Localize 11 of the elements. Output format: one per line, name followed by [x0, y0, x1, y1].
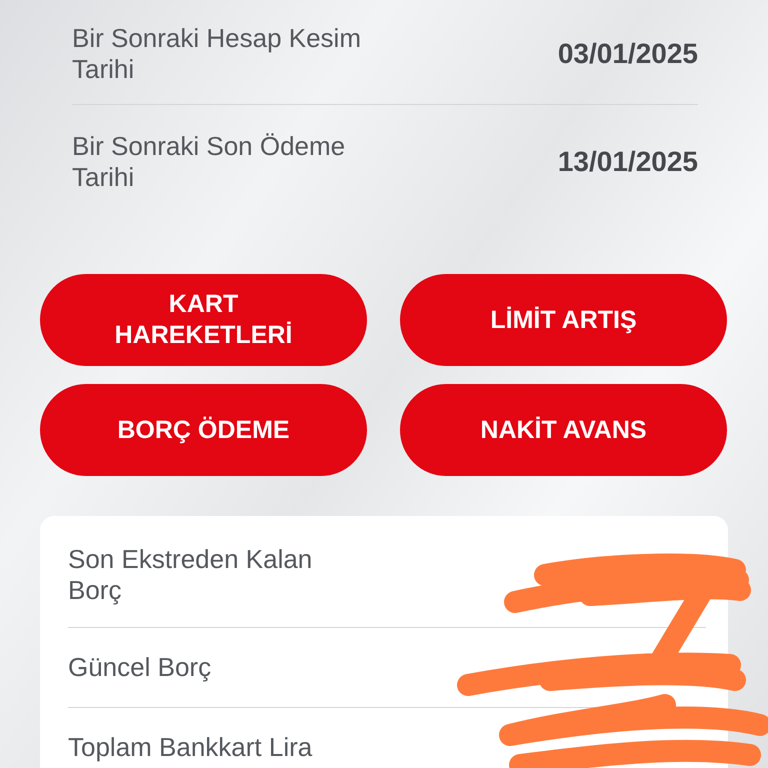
action-button[interactable]: NAKİT AVANS	[400, 384, 727, 476]
date-value: 03/01/2025	[558, 37, 698, 71]
debt-label: Son Ekstreden Kalan Borç	[68, 544, 314, 606]
date-label: Bir Sonraki Son Ödeme Tarihi	[72, 130, 346, 192]
action-button[interactable]: KART HAREKETLERİ	[40, 274, 367, 366]
action-button[interactable]: LİMİT ARTIŞ	[400, 274, 727, 366]
date-label: Bir Sonraki Hesap Kesim Tarihi	[72, 23, 362, 85]
date-value: 13/01/2025	[558, 144, 698, 178]
debt-label: Toplam Bankkart Lira	[68, 732, 314, 763]
debt-label: Güncel Borç	[68, 652, 212, 683]
action-button[interactable]: BORÇ ÖDEME	[40, 384, 367, 476]
